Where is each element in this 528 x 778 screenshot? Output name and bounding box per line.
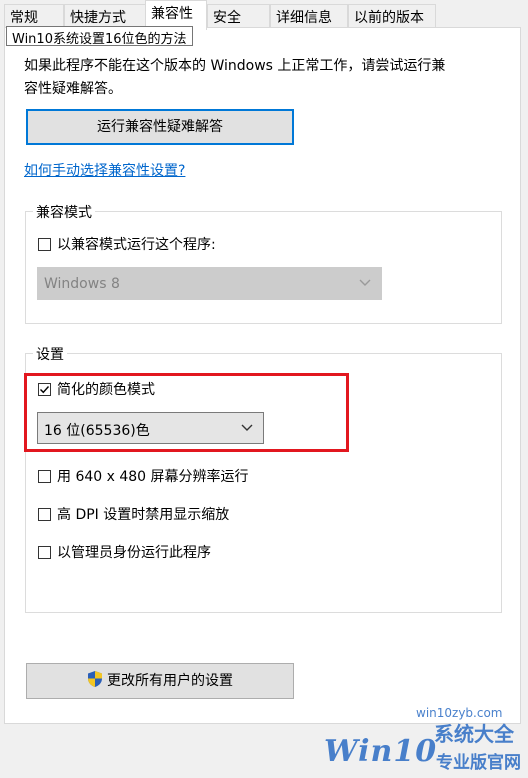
compat-mode-checkbox[interactable]: 以兼容模式运行这个程序: (38, 234, 216, 254)
highlight-box (24, 373, 349, 452)
watermark-cn-top: 系统大全 (434, 722, 514, 746)
tab-security[interactable]: 安全 (207, 4, 270, 28)
checkbox-unchecked-icon (38, 545, 51, 559)
tab-shortcut[interactable]: 快捷方式 (64, 4, 146, 28)
compat-mode-title: 兼容模式 (33, 202, 95, 222)
tab-details[interactable]: 详细信息 (270, 4, 348, 28)
checkbox-unchecked-icon (38, 469, 51, 483)
disable-dpi-scaling-checkbox[interactable]: 高 DPI 设置时禁用显示缩放 (38, 504, 229, 524)
checkbox-unchecked-icon (38, 507, 51, 521)
tab-previous-versions[interactable]: 以前的版本 (348, 4, 436, 28)
run-as-admin-label: 以管理员身份运行此程序 (57, 545, 211, 561)
tooltip: Win10系统设置16位色的方法 (6, 26, 193, 47)
checkbox-unchecked-icon (38, 237, 51, 251)
os-version-value: Windows 8 (44, 276, 120, 292)
tab-general[interactable]: 常规 (4, 4, 64, 28)
disable-dpi-scaling-label: 高 DPI 设置时禁用显示缩放 (57, 507, 230, 523)
tab-strip: 常规 快捷方式 兼容性 安全 详细信息 以前的版本 (0, 0, 528, 30)
intro-text-line2: 容性疑难解答。 (24, 81, 122, 97)
intro-text-line1: 如果此程序不能在这个版本的 Windows 上正常工作，请尝试运行兼 (24, 58, 446, 74)
manual-settings-link[interactable]: 如何手动选择兼容性设置? (24, 160, 185, 180)
settings-title: 设置 (33, 344, 67, 364)
watermark-brand: Win10 (324, 734, 438, 769)
os-version-select[interactable]: Windows 8 (37, 267, 382, 300)
resolution-640-checkbox[interactable]: 用 640 x 480 屏幕分辨率运行 (38, 466, 249, 486)
run-as-admin-checkbox[interactable]: 以管理员身份运行此程序 (38, 542, 211, 562)
run-troubleshooter-button[interactable]: 运行兼容性疑难解答 (26, 109, 294, 145)
watermark-logo: win10zyb.com 系统大全 Win10 专业版官网 (324, 704, 524, 776)
change-all-users-label: 更改所有用户的设置 (107, 673, 233, 689)
resolution-640-label: 用 640 x 480 屏幕分辨率运行 (57, 469, 249, 485)
chevron-down-icon (359, 279, 371, 286)
compat-mode-label: 以兼容模式运行这个程序: (57, 237, 216, 253)
change-all-users-button[interactable]: 更改所有用户的设置 (26, 663, 294, 699)
watermark-cn-bottom: 专业版官网 (436, 753, 521, 773)
uac-shield-icon (88, 671, 102, 687)
